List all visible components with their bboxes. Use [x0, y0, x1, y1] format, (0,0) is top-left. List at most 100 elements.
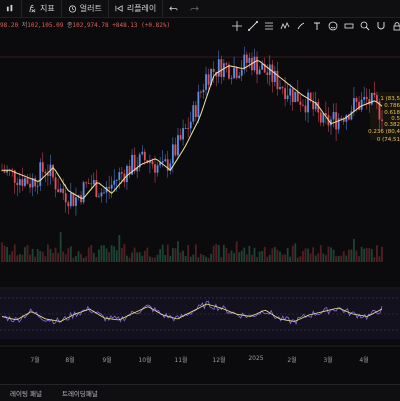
trend-line-icon[interactable] [248, 21, 258, 31]
candle [52, 164, 54, 178]
volume-bar [67, 248, 70, 262]
chart-canvas[interactable] [0, 0, 400, 400]
volume-bar [64, 254, 67, 262]
candle [289, 88, 292, 96]
candle [207, 74, 210, 85]
x-tick-label: 4월 [359, 357, 369, 364]
volume-bar [161, 244, 164, 262]
candle [340, 118, 343, 120]
candle [126, 165, 128, 183]
volume-bar [335, 256, 337, 262]
candle [365, 96, 368, 100]
volume-bar [215, 244, 218, 262]
candle [110, 184, 113, 189]
candle [54, 177, 57, 190]
undo-button[interactable] [163, 0, 184, 17]
volume-bar [123, 244, 126, 262]
candle [85, 182, 88, 184]
volume-bar [80, 253, 82, 262]
candle [296, 91, 299, 102]
volume-bar [233, 253, 235, 262]
volume-bar [18, 254, 21, 262]
volume-bar [228, 253, 230, 262]
volume-bar [309, 253, 312, 262]
fib-tool-icon[interactable] [264, 21, 274, 31]
chart-type-button[interactable] [0, 0, 22, 17]
volume-bar [296, 257, 299, 262]
candle [233, 67, 235, 79]
candle [11, 169, 14, 171]
volume-bar [294, 243, 297, 262]
volume-bar [87, 247, 90, 262]
volume-bar [358, 256, 360, 262]
replay-button[interactable]: 리플레이 [109, 0, 164, 17]
alerts-button[interactable]: 얼러트 [62, 0, 109, 17]
indicators-button[interactable]: 지표 [22, 0, 62, 17]
volume-bar [212, 245, 215, 262]
volume-bar [100, 245, 103, 262]
volume-bar [284, 254, 286, 262]
volume-bar [21, 254, 24, 262]
legend-prefix: 98.20 [0, 22, 19, 29]
indicators-label: 지표 [40, 4, 55, 13]
candle [156, 165, 159, 173]
volume-bar [266, 256, 269, 262]
rating-panel-tab[interactable]: 레이팅 패널 [0, 388, 52, 398]
candle [212, 69, 215, 72]
volume-bar [245, 254, 248, 262]
candle [337, 118, 340, 130]
candle [151, 161, 154, 165]
volume-bar [118, 235, 121, 262]
zoom-icon[interactable] [360, 21, 370, 31]
candle [3, 170, 6, 173]
lock-icon[interactable] [392, 21, 400, 31]
candle [75, 197, 77, 206]
ruler-icon[interactable] [344, 21, 354, 31]
candle [192, 105, 195, 122]
candle [108, 186, 111, 189]
volume-bar [171, 248, 174, 262]
volume-bar [350, 249, 353, 262]
chart-type-icon [6, 4, 13, 12]
brush-icon[interactable] [296, 21, 306, 31]
text-tool-icon[interactable] [312, 21, 322, 31]
smile-icon[interactable] [328, 21, 338, 31]
bottom-panel-bar: 레이팅 패널 트레이딩패널 [0, 384, 400, 401]
volume-bar [44, 256, 47, 262]
trading-panel-tab[interactable]: 트레이딩패널 [52, 388, 108, 398]
volume-bar [16, 255, 19, 262]
volume-bar [353, 238, 355, 262]
volume-bar [317, 253, 320, 262]
candle [304, 105, 307, 113]
function-icon [29, 4, 36, 13]
pattern-tool-icon[interactable] [280, 21, 290, 31]
volume-bar [207, 257, 210, 262]
candle [276, 70, 279, 90]
volume-bar [347, 249, 350, 262]
cursor-cross-icon[interactable] [232, 21, 242, 31]
candle [353, 98, 355, 112]
volume-bar [368, 248, 371, 262]
volume-bar [302, 251, 304, 262]
volume-bar [327, 246, 330, 262]
candle [202, 89, 205, 93]
volume-bar [220, 257, 223, 262]
volume-bar [235, 241, 238, 262]
volume-bar [120, 247, 123, 262]
volume-bar [378, 256, 381, 262]
candle [307, 92, 309, 113]
candle [100, 192, 103, 197]
candle [67, 202, 70, 207]
volume-bar [75, 255, 77, 262]
volume-bar [258, 251, 261, 262]
volume-bar [289, 256, 292, 262]
magnet-icon[interactable] [376, 21, 386, 31]
volume-bar [184, 256, 187, 262]
x-tick-label: 8월 [65, 357, 75, 364]
fib-level-0786: 0.786 [384, 103, 400, 109]
volume-bar [271, 248, 274, 262]
candle [34, 178, 37, 187]
candle [335, 112, 337, 130]
candle [248, 57, 251, 63]
redo-button[interactable] [184, 0, 205, 17]
